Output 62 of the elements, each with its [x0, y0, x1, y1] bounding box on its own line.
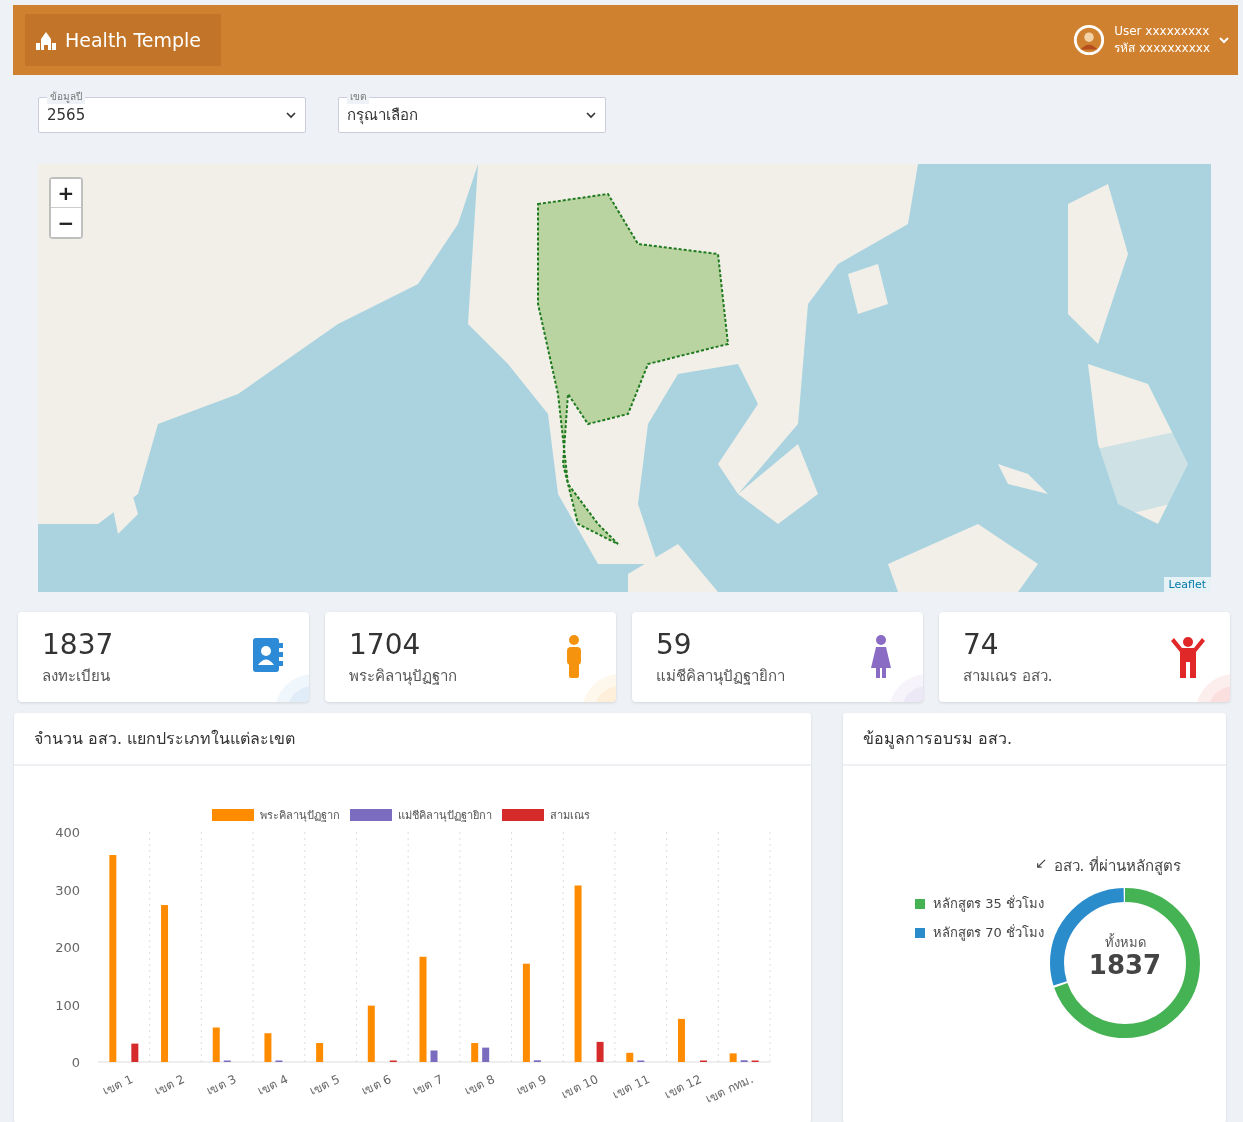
axis-category-label: เขต 11: [610, 1072, 653, 1102]
stat-label: ลงทะเบียน: [42, 666, 111, 687]
chevron-down-icon: [285, 110, 297, 120]
axis-category-label: เขต 3: [204, 1072, 239, 1098]
field-value: 2565: [47, 106, 86, 124]
attribution-link[interactable]: Leaflet: [1163, 577, 1211, 592]
axis-tick-label: 300: [55, 882, 80, 898]
brand-name: Health Temple: [65, 29, 202, 51]
bar: [626, 1052, 634, 1062]
legend-label[interactable]: หลักสูตร 35 ชั่วโมง: [933, 893, 1044, 914]
bar: [131, 1043, 139, 1062]
axis-category-label: เขต 8: [462, 1072, 497, 1098]
axis-category-label: เขต 10: [559, 1072, 601, 1102]
card-title: จำนวน อสว. แยกประเภทในแต่ละเขต: [14, 713, 811, 766]
axis-category-label: เขต กทม.: [703, 1072, 756, 1107]
axis-category-label: เขต 4: [255, 1072, 291, 1098]
field-value: กรุณาเลือก: [347, 105, 418, 127]
bar: [212, 1027, 220, 1062]
axis-tick-label: 0: [71, 1055, 80, 1070]
axis-category-label: เขต 7: [410, 1072, 446, 1098]
bar: [430, 1050, 438, 1062]
axis-tick-label: 400: [55, 825, 80, 840]
axis-category-label: เขต 2: [152, 1072, 187, 1098]
axis-category-label: เขต 5: [307, 1072, 342, 1098]
chevron-down-icon: [585, 110, 597, 120]
bar: [264, 1033, 272, 1062]
axis-tick-label: 100: [55, 997, 80, 1013]
bar: [677, 1018, 685, 1062]
arrow-icon: ↙: [1035, 854, 1048, 878]
stat-value: 1837: [42, 627, 114, 663]
legend-label[interactable]: หลักสูตร 70 ชั่วโมง: [933, 922, 1044, 943]
stat-label: สามเณร อสว.: [963, 666, 1053, 687]
avatar-icon: [1072, 23, 1107, 57]
bar: [367, 1005, 375, 1062]
bar: [596, 1041, 604, 1062]
card-title: ข้อมูลการอบรม อสว.: [843, 713, 1226, 766]
axis-tick-label: 200: [55, 940, 80, 955]
brand-logo[interactable]: Health Temple: [25, 14, 222, 66]
legend-label[interactable]: แม่ชีคิลานุปัฏฐายิกา: [398, 809, 492, 822]
axis-category-label: เขต 6: [359, 1072, 394, 1098]
chart-caption: อสว. ที่ผ่านหลักสูตร: [1053, 855, 1182, 877]
stat-value: 74: [963, 627, 1000, 663]
bar: [482, 1047, 490, 1062]
axis-category-label: เขต 12: [662, 1072, 704, 1102]
stat-label: แม่ชีคิลานุปัฏฐายิกา: [656, 666, 785, 688]
donut-center-value: 1837: [1087, 950, 1163, 980]
stat-value: 1704: [349, 627, 422, 663]
donut-center-label: ทั้งหมด: [1103, 932, 1147, 952]
user-code: รหัส xxxxxxxxxx: [1114, 40, 1210, 57]
bar: [471, 1043, 479, 1062]
zoom-in-button[interactable]: +: [51, 179, 81, 208]
user-name: User xxxxxxxxx: [1114, 23, 1210, 40]
legend-label[interactable]: สามเณร: [550, 809, 590, 822]
axis-category-label: เขต 9: [514, 1072, 549, 1098]
field-label: ข้อมูลปี: [47, 90, 85, 104]
stat-label: พระคิลานุปัฏฐาก: [349, 666, 457, 688]
bar: [316, 1043, 324, 1062]
legend-label[interactable]: พระคิลานุปัฏฐาก: [260, 809, 340, 822]
stat-value: 59: [656, 627, 693, 663]
axis-category-label: เขต 1: [100, 1072, 136, 1098]
chevron-down-icon: [1218, 35, 1230, 45]
bar: [729, 1053, 737, 1062]
